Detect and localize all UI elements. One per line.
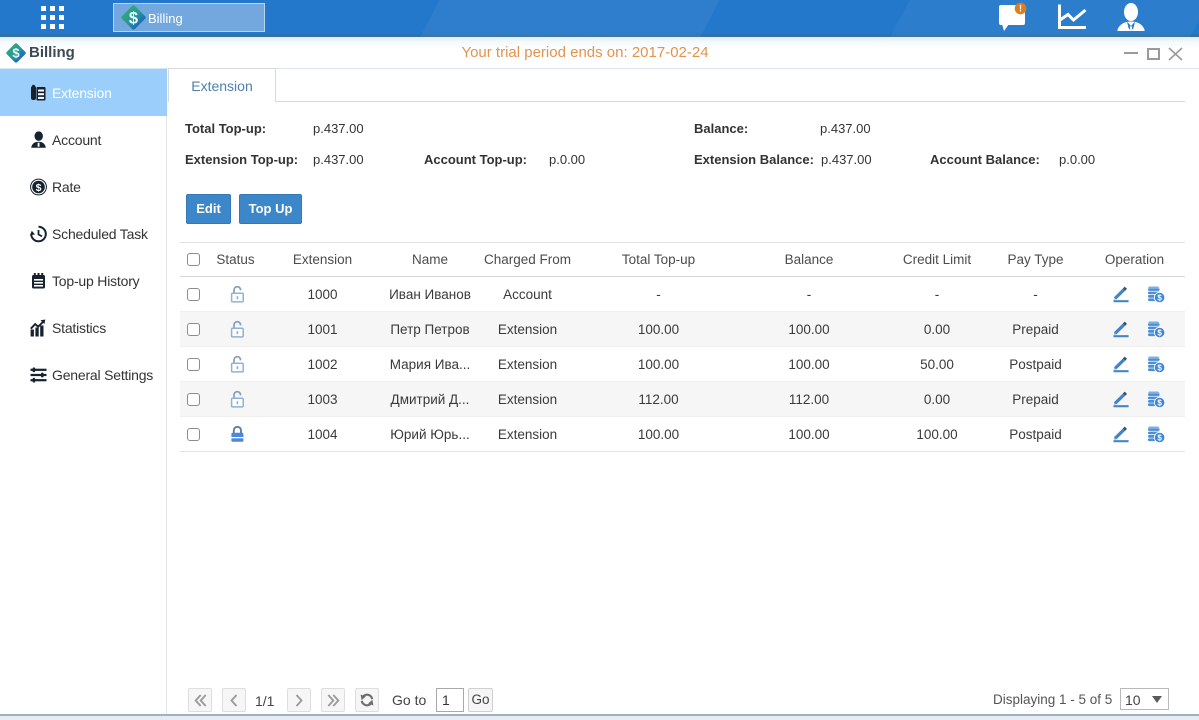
svg-text:$: $ xyxy=(1157,328,1162,337)
svg-text:$: $ xyxy=(1157,293,1162,302)
svg-text:$: $ xyxy=(1157,363,1162,372)
svg-text:!: ! xyxy=(1019,4,1022,14)
svg-text:$: $ xyxy=(1157,398,1162,407)
svg-text:$: $ xyxy=(129,10,138,28)
svg-text:$: $ xyxy=(1157,433,1162,442)
svg-text:$: $ xyxy=(36,181,42,193)
